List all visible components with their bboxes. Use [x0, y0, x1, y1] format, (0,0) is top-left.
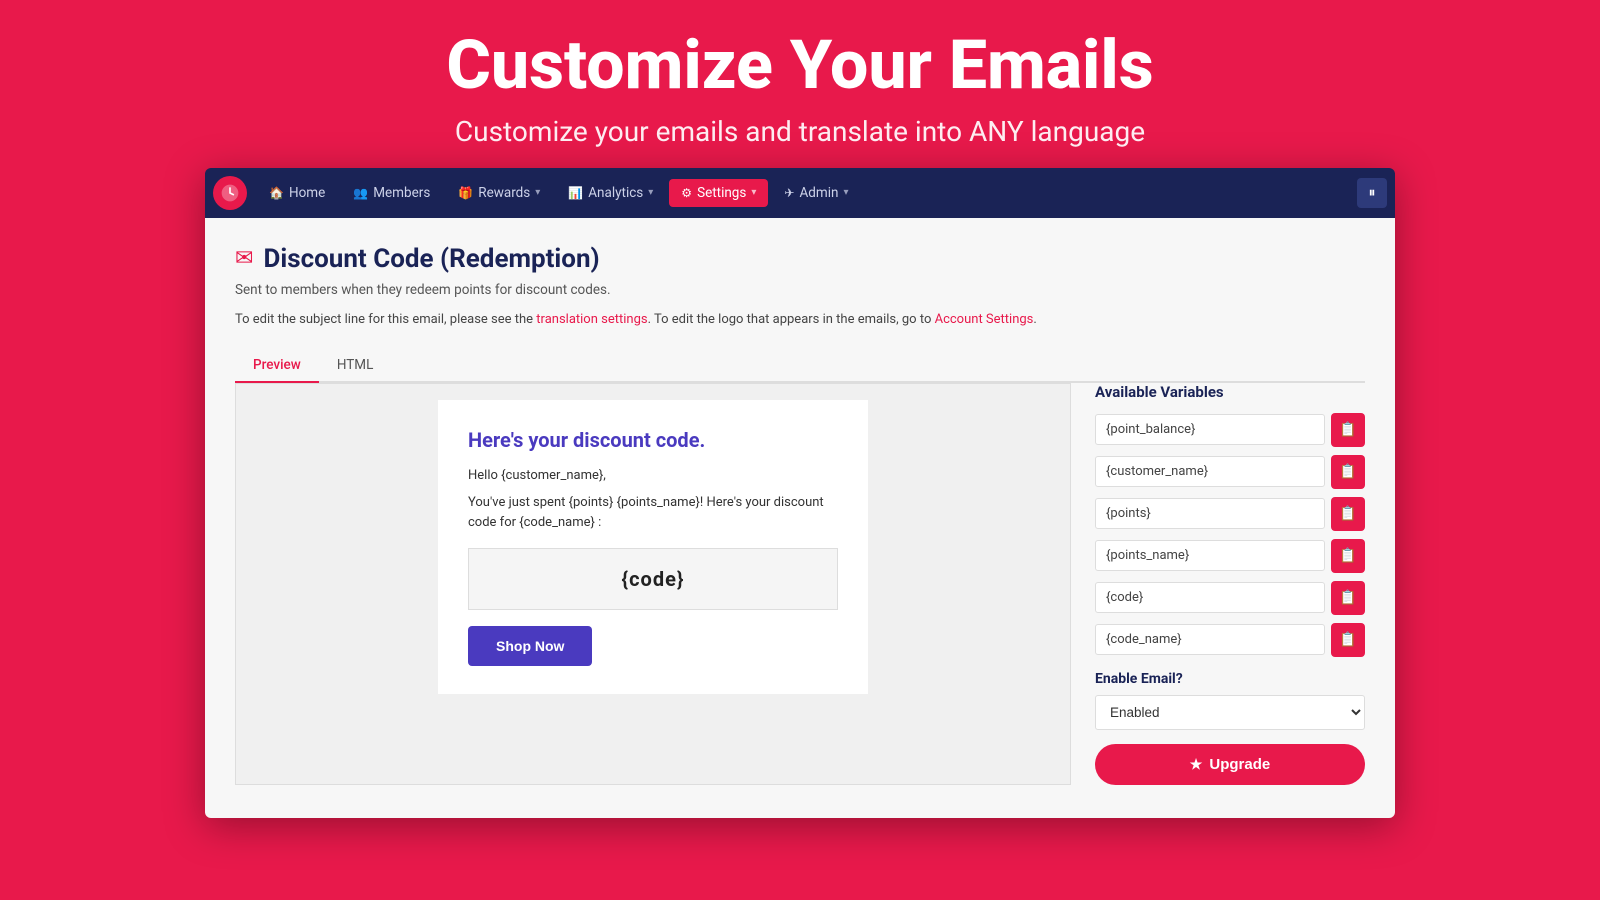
upgrade-star-icon: ★: [1190, 756, 1203, 773]
navbar-right: ⏸: [1357, 178, 1387, 208]
home-icon: 🏠: [269, 186, 284, 200]
pause-button[interactable]: ⏸: [1357, 178, 1387, 208]
email-body: You've just spent {points} {points_name}…: [468, 493, 838, 532]
tab-preview[interactable]: Preview: [235, 349, 319, 383]
email-heading: Here's your discount code.: [468, 428, 838, 452]
nav-admin[interactable]: ✈ Admin ▾: [772, 179, 860, 207]
nav-members[interactable]: 👥 Members: [341, 179, 442, 207]
variable-points-name: {points_name}: [1095, 540, 1325, 571]
copy-code-name[interactable]: 📋: [1331, 623, 1365, 657]
variables-title: Available Variables: [1095, 383, 1365, 401]
translation-settings-link[interactable]: translation settings: [536, 312, 647, 327]
settings-icon: ⚙: [681, 186, 692, 200]
copy-points-name[interactable]: 📋: [1331, 539, 1365, 573]
page-title-icon: ✉: [235, 246, 253, 271]
copy-point-balance[interactable]: 📋: [1331, 413, 1365, 447]
email-preview-container: Here's your discount code. Hello {custom…: [235, 383, 1071, 785]
right-panel: Available Variables {point_balance} 📋 {c…: [1095, 383, 1365, 785]
logo[interactable]: [213, 176, 247, 210]
tab-html[interactable]: HTML: [319, 349, 392, 383]
page-title: Discount Code (Redemption): [263, 244, 599, 274]
variable-row-2: {customer_name} 📋: [1095, 455, 1365, 489]
page-description: Sent to members when they redeem points …: [235, 282, 1365, 298]
email-greeting: Hello {customer_name},: [468, 466, 838, 486]
nav-analytics-label: Analytics: [588, 185, 643, 201]
nav-home-label: Home: [289, 185, 325, 201]
nav-rewards-label: Rewards: [478, 185, 530, 201]
copy-customer-name[interactable]: 📋: [1331, 455, 1365, 489]
admin-icon: ✈: [784, 186, 794, 200]
nav-admin-label: Admin: [799, 185, 838, 201]
variable-code: {code}: [1095, 582, 1325, 613]
copy-code[interactable]: 📋: [1331, 581, 1365, 615]
variable-row-5: {code} 📋: [1095, 581, 1365, 615]
email-card: Here's your discount code. Hello {custom…: [438, 400, 868, 695]
variable-row-4: {points_name} 📋: [1095, 539, 1365, 573]
email-code-box: {code}: [468, 548, 838, 610]
variable-row-3: {points} 📋: [1095, 497, 1365, 531]
info-text-2: . To edit the logo that appears in the e…: [648, 312, 935, 327]
content-area: ✉ Discount Code (Redemption) Sent to mem…: [205, 218, 1395, 818]
nav-analytics[interactable]: 📊 Analytics ▾: [556, 179, 665, 207]
variable-customer-name: {customer_name}: [1095, 456, 1325, 487]
info-text-1: To edit the subject line for this email,…: [235, 312, 536, 327]
upgrade-label: Upgrade: [1209, 756, 1270, 773]
page-header: ✉ Discount Code (Redemption): [235, 244, 1365, 274]
enable-email-select[interactable]: Enabled Disabled: [1095, 695, 1365, 730]
info-text-3: .: [1033, 312, 1036, 327]
variable-row-1: {point_balance} 📋: [1095, 413, 1365, 447]
enable-email-label: Enable Email?: [1095, 671, 1365, 687]
upgrade-button[interactable]: ★ Upgrade: [1095, 744, 1365, 785]
nav-settings-label: Settings: [697, 185, 746, 201]
app-window: 🏠 Home 👥 Members 🎁 Rewards ▾ 📊 Analytics…: [205, 168, 1395, 818]
variable-points: {points}: [1095, 498, 1325, 529]
nav-settings[interactable]: ⚙ Settings ▾: [669, 179, 768, 207]
shop-now-button[interactable]: Shop Now: [468, 626, 592, 666]
hero-title: Customize Your Emails: [20, 28, 1580, 103]
nav-home[interactable]: 🏠 Home: [257, 179, 337, 207]
variable-row-6: {code_name} 📋: [1095, 623, 1365, 657]
admin-caret: ▾: [843, 187, 848, 198]
members-icon: 👥: [353, 186, 368, 200]
account-settings-link[interactable]: Account Settings: [935, 312, 1034, 327]
variable-point-balance: {point_balance}: [1095, 414, 1325, 445]
analytics-icon: 📊: [568, 186, 583, 200]
settings-caret: ▾: [751, 187, 756, 198]
nav-members-label: Members: [373, 185, 430, 201]
rewards-icon: 🎁: [458, 186, 473, 200]
logo-icon: [220, 183, 240, 203]
analytics-caret: ▾: [648, 187, 653, 198]
navbar: 🏠 Home 👥 Members 🎁 Rewards ▾ 📊 Analytics…: [205, 168, 1395, 218]
page-info: To edit the subject line for this email,…: [235, 310, 1365, 331]
tab-bar: Preview HTML: [235, 349, 1365, 383]
nav-rewards[interactable]: 🎁 Rewards ▾: [446, 179, 552, 207]
copy-points[interactable]: 📋: [1331, 497, 1365, 531]
hero-subtitle: Customize your emails and translate into…: [20, 115, 1580, 148]
navbar-items: 🏠 Home 👥 Members 🎁 Rewards ▾ 📊 Analytics…: [257, 179, 1357, 207]
variable-code-name: {code_name}: [1095, 624, 1325, 655]
hero-section: Customize Your Emails Customize your ema…: [0, 0, 1600, 168]
rewards-caret: ▾: [535, 187, 540, 198]
main-layout: Here's your discount code. Hello {custom…: [235, 383, 1365, 785]
